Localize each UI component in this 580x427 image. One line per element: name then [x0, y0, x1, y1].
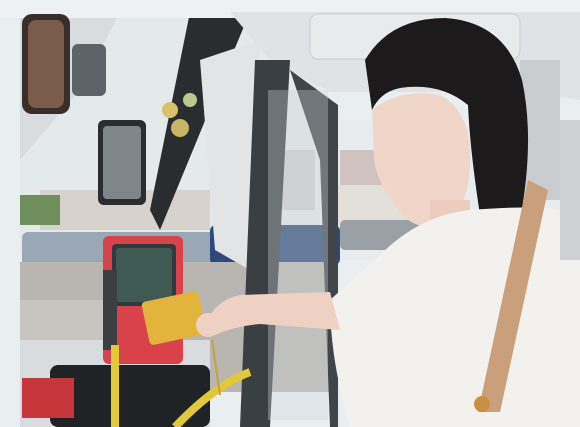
red-sign [22, 378, 74, 418]
ornament-1 [162, 102, 178, 118]
ornament-2 [171, 119, 189, 137]
tree-left [20, 195, 60, 225]
woman-hand [196, 313, 220, 337]
ornament-3 [183, 93, 197, 107]
side-mirror-glass [103, 126, 141, 199]
card-reader-screen-glow [116, 248, 172, 302]
right-window-edge [560, 120, 580, 260]
strap-buckle [474, 396, 490, 412]
upper-mirror [72, 44, 106, 96]
rear-view-mirror-reflection [28, 20, 64, 108]
card-reader-mount [103, 270, 117, 350]
photo-frame [0, 0, 580, 427]
door-glass [268, 90, 328, 420]
bus-photo [0, 0, 580, 427]
